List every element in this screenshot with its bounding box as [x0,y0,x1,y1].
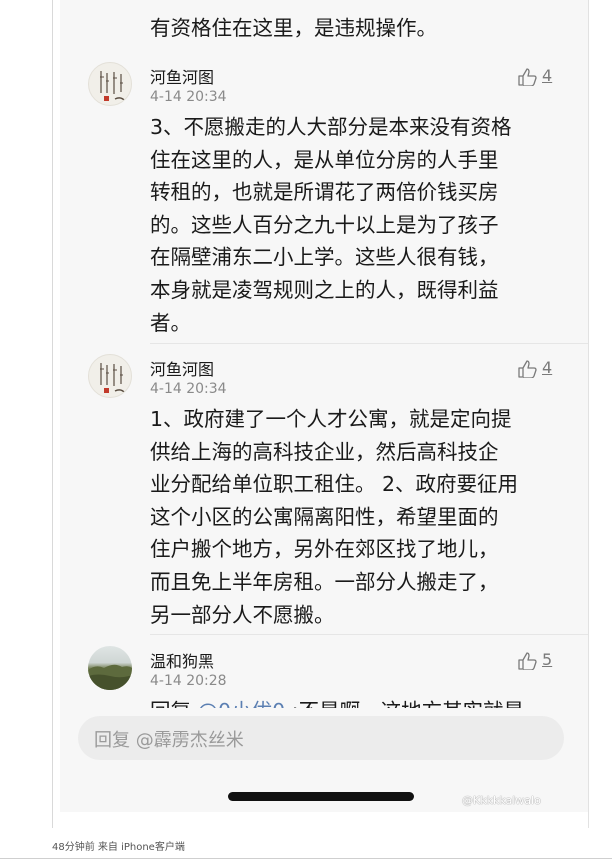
comment-text: 有资格住在这里，是违规操作。 [150,12,560,45]
post-footer: 48分钟前 来自 iPhone客户端 [52,842,185,853]
comment-divider [150,634,588,635]
thumbs-up-icon [518,360,537,378]
calligraphy-avatar-icon [100,363,126,394]
comment-line: 转租的，也就是所谓花了两倍价钱买房 [150,180,499,205]
like-button[interactable]: 4 [518,358,562,380]
comment-line: 住户搬个地方，另外在郊区找了地儿， [150,537,499,562]
like-button[interactable]: 4 [518,66,562,88]
comment-time: 4-14 20:34 [150,89,227,105]
avatar[interactable] [88,646,132,690]
comment-line: 而且免上半年房租。一部分人搬走了， [150,569,499,594]
comment-line: 者。 [150,310,191,335]
username[interactable]: 温和狗黑 [150,648,214,672]
right-border [588,0,589,828]
left-border [52,0,53,828]
phone-screenshot: 有资格住在这里，是违规操作。 河鱼河图 4-14 20:34 4 3、不愿搬走的… [60,0,588,812]
avatar[interactable] [88,354,132,398]
reply-placeholder: 回复 @霹雳杰丝米 [94,730,244,751]
reply-panel: 回复 @霹雳杰丝米 @Kkkkkalwalo [60,708,588,812]
comment-time: 4-14 20:28 [150,673,227,689]
comment-line: 这个小区的公寓隔离阳性，希望里面的 [150,504,499,529]
comment-line: 1、政府建了一个人才公寓，就是定向提 [150,407,512,431]
comment-divider [150,343,588,344]
comment-time: 4-14 20:34 [150,381,227,397]
weibo-watermark: @Kkkkkalwalo [462,794,541,807]
comment-line: 住在这里的人，是从单位分房的人手里 [150,147,499,172]
landscape-avatar-icon [88,664,132,690]
username[interactable]: 河鱼河图 [150,64,214,88]
like-button[interactable]: 5 [518,650,562,672]
comment-line: 业分配给单位职工租住。 2、政府要征用 [150,472,519,497]
comment-line: 本身就是凌驾规则之上的人，既得利益 [150,277,499,302]
bottom-divider [0,858,612,859]
comment-line: 有资格住在这里，是违规操作。 [150,16,437,40]
comment-text: 3、不愿搬走的人大部分是本来没有资格 住在这里的人，是从单位分房的人手里 转租的… [150,111,560,339]
thumbs-up-icon [518,652,537,670]
reply-input[interactable]: 回复 @霹雳杰丝米 [78,716,564,760]
comment-line: 另一部分人不愿搬。 [150,602,335,627]
like-count: 4 [542,358,553,377]
comment-text: 1、政府建了一个人才公寓，就是定向提 供给上海的高科技企业，然后高科技企 业分配… [150,403,560,631]
comment-line: 3、不愿搬走的人大部分是本来没有资格 [150,115,512,139]
home-indicator[interactable] [228,792,414,801]
like-count: 4 [542,66,553,85]
like-count: 5 [542,650,553,669]
comment-line: 的。这些人百分之九十以上是为了孩子 [150,212,499,237]
username[interactable]: 河鱼河图 [150,356,214,380]
calligraphy-avatar-icon [100,71,126,102]
thumbs-up-icon [518,68,537,86]
avatar[interactable] [88,62,132,106]
comment-line: 供给上海的高科技企业，然后高科技企 [150,439,499,464]
comment-line: 在隔壁浦东二小上学。这些人很有钱， [150,245,499,270]
